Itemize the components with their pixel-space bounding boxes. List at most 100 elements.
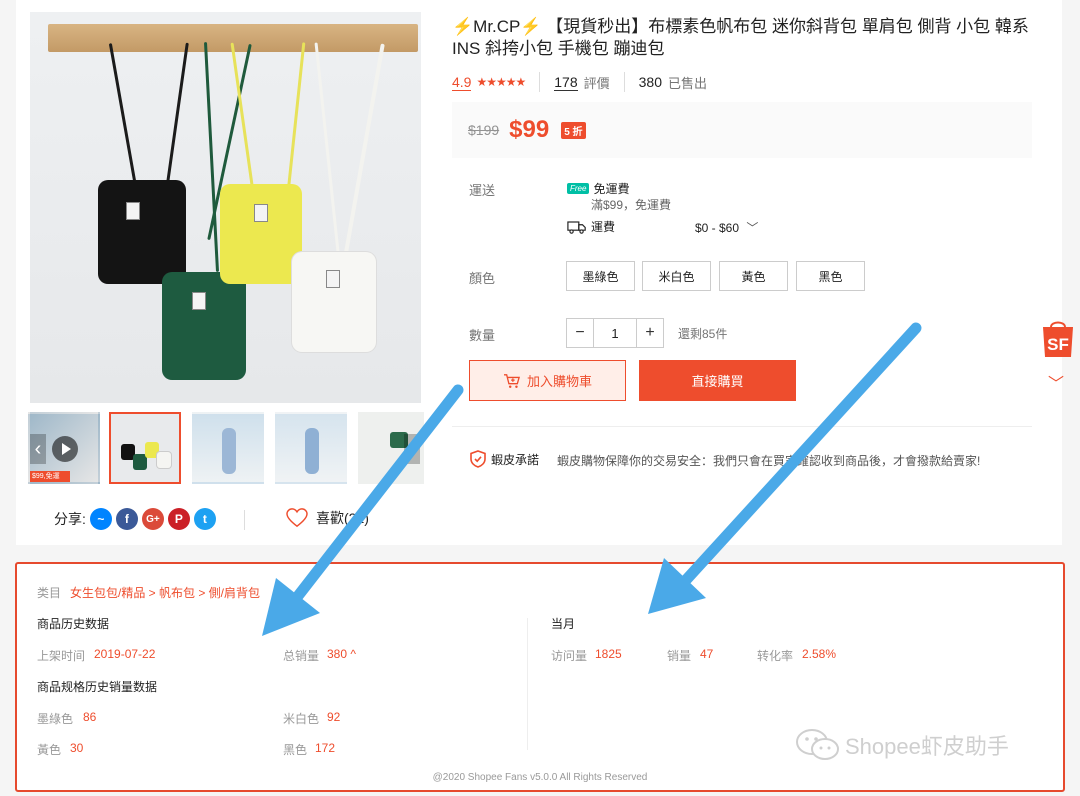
thumbnail-bags[interactable] — [109, 412, 181, 484]
chevron-down-icon[interactable]: ﹀ — [1048, 370, 1064, 394]
total-sales-value[interactable]: 380 ^ — [327, 647, 356, 661]
buy-now-button[interactable]: 直接購買 — [639, 360, 796, 401]
shipping-label: 運送 — [469, 183, 496, 198]
shipping-fee-label: 運費 — [591, 220, 616, 234]
thumbnail-video[interactable]: ‹ $99,免運 — [28, 412, 100, 484]
color-option-yellow[interactable]: 黃色 — [719, 261, 788, 291]
truck-icon — [567, 220, 586, 234]
pinterest-icon[interactable]: P — [167, 508, 190, 530]
sold-label: 已售出 — [668, 75, 708, 91]
discount-badge: 5 折 — [561, 121, 586, 139]
thumbnail-detail[interactable]: › — [358, 412, 424, 484]
divider — [539, 72, 541, 92]
thumbnail-strip: ‹ $99,免運 › — [28, 412, 424, 486]
like-label: 喜歡(22) — [316, 510, 369, 526]
guarantee-title: 蝦皮承諾 — [491, 452, 540, 467]
shipping-fee: 運費 — [567, 218, 615, 235]
variant-name: 墨綠色 — [37, 712, 74, 726]
reviews-label: 評價 — [583, 75, 610, 91]
free-shipping-condition: 滿$99，免運費 — [591, 198, 672, 212]
quantity-stepper: − 1 + — [566, 318, 664, 348]
plugin-footer: @2020 Shopee Fans v5.0.0 All Rights Rese… — [432, 772, 648, 783]
guarantee-text: 蝦皮購物保障你的交易安全：我們只會在買家確認收到商品後，才會撥款給賣家! — [557, 454, 981, 468]
variant-sales: 86 — [83, 710, 97, 724]
like-button[interactable]: 喜歡(22) — [286, 508, 369, 528]
variant-name: 米白色 — [283, 712, 320, 726]
variant-sales: 92 — [327, 710, 341, 724]
quantity-increase-button[interactable]: + — [636, 318, 664, 348]
visits-value: 1825 — [595, 647, 622, 661]
category-path[interactable]: 女生包包/精品 > 帆布包 > 側/肩背包 — [70, 584, 260, 601]
strap — [339, 43, 385, 281]
variants-title: 商品规格历史销量数据 — [37, 680, 158, 694]
total-sales-label: 总销量 — [283, 649, 320, 663]
rating-row: 4.9 ★★★★★ 178 評價 380 已售出 — [452, 72, 707, 92]
google-plus-icon[interactable]: G+ — [141, 508, 164, 530]
shield-icon — [470, 450, 486, 468]
color-option-dark-green[interactable]: 墨綠色 — [566, 261, 635, 291]
quantity-label: 數量 — [469, 328, 496, 343]
current-price: $99 — [509, 116, 550, 143]
reviews-count[interactable]: 178 — [554, 74, 578, 91]
prev-arrow-icon[interactable]: ‹ — [30, 434, 46, 464]
stock-remaining: 還剩85件 — [678, 327, 728, 341]
strap — [285, 42, 306, 202]
divider — [527, 618, 528, 750]
divider — [244, 510, 245, 530]
rating-stars-icon: ★★★★★ — [476, 75, 526, 89]
listed-time-value: 2019-07-22 — [94, 647, 156, 661]
wechat-icon — [796, 729, 839, 760]
thumbnail-model-1[interactable] — [192, 412, 264, 484]
sf-label: SF — [1047, 335, 1069, 354]
divider — [623, 72, 625, 92]
month-title: 当月 — [551, 617, 576, 631]
bag-tag — [192, 292, 206, 310]
sold-count: 380 — [638, 74, 662, 90]
twitter-icon[interactable]: t — [193, 508, 216, 530]
color-option-black[interactable]: 黑色 — [796, 261, 865, 291]
quantity-decrease-button[interactable]: − — [566, 318, 594, 348]
chevron-down-icon: ﹀ — [746, 221, 759, 235]
variant-sales: 172 — [315, 741, 336, 755]
facebook-icon[interactable]: f — [115, 508, 138, 530]
strap — [314, 42, 341, 262]
rating-score[interactable]: 4.9 — [452, 74, 472, 91]
free-shipping: Free 免運費 — [567, 180, 629, 197]
listed-time-label: 上架时间 — [37, 649, 86, 663]
black-bag — [98, 180, 186, 284]
variant-name: 黑色 — [283, 743, 308, 757]
next-arrow-icon[interactable]: › — [404, 434, 420, 464]
bag-tag — [326, 270, 340, 288]
share-row: 分享: ~ f G+ P t — [54, 508, 216, 530]
conversion-value: 2.58% — [802, 647, 837, 661]
watermark-text: Shopee虾皮助手 — [845, 734, 1009, 759]
divider — [452, 426, 1032, 427]
month-sales-value: 47 — [700, 647, 714, 661]
add-to-cart-label: 加入購物車 — [526, 374, 592, 389]
bag-tag — [254, 204, 268, 222]
green-bag — [162, 272, 246, 380]
shipping-fee-dropdown[interactable]: $0 - $60 ﹀ — [695, 219, 758, 236]
quantity-input[interactable]: 1 — [594, 318, 636, 348]
color-option-off-white[interactable]: 米白色 — [642, 261, 711, 291]
watermark: Shopee虾皮助手 — [795, 728, 1009, 762]
product-title: ⚡️Mr.CP⚡️ 【現貨秒出】布標素色帆布包 迷你斜背包 單肩包 側背 小包 … — [452, 17, 1029, 58]
conversion-label: 转化率 — [757, 649, 794, 663]
history-title: 商品历史数据 — [37, 617, 110, 631]
heart-icon — [286, 508, 308, 528]
thumbnail-model-2[interactable] — [275, 412, 347, 484]
shopee-fans-icon[interactable]: SF — [1040, 318, 1076, 358]
visits-label: 访问量 — [551, 649, 588, 663]
free-shipping-icon: Free — [567, 183, 590, 194]
original-price: $199 — [468, 122, 500, 138]
promo-tag: $99,免運 — [30, 471, 70, 482]
messenger-icon[interactable]: ~ — [89, 508, 112, 530]
shopee-guarantee: 蝦皮承諾 — [470, 450, 539, 468]
play-icon[interactable] — [52, 436, 78, 462]
product-main-image[interactable] — [30, 12, 421, 403]
shipping-fee-range: $0 - $60 — [695, 221, 740, 235]
variant-name: 黃色 — [37, 743, 62, 757]
add-to-cart-button[interactable]: 加入購物車 — [469, 360, 626, 401]
yellow-bag — [220, 184, 302, 284]
category-label: 类目 — [37, 586, 62, 600]
